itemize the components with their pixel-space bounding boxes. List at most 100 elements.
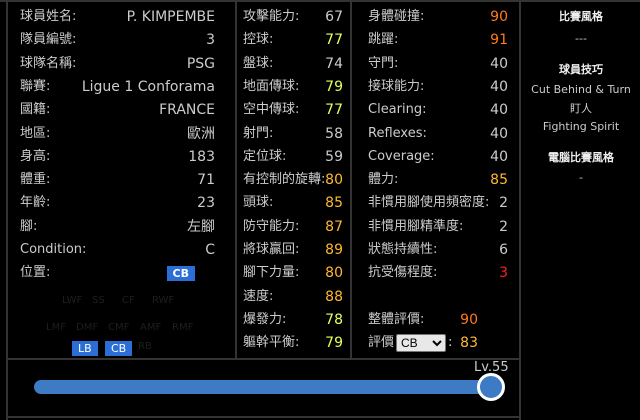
stat-label: 非慣用腳使用頻密度: [368,195,490,211]
stat-row: 有控制的旋轉: 80 [243,170,343,190]
stat-value: 40 [490,55,508,72]
position-rating: 評價 CB : 83 [368,333,478,353]
stat-row: 身體碰撞: 90 [368,7,508,27]
stat-value: 58 [325,125,343,142]
stat-label: 盤球: [243,55,274,71]
stat-value: 歐洲 [187,125,215,142]
stat-row: Coverage: 40 [368,147,508,167]
stat-value: 2 [499,218,508,235]
stat-label: 空中傳球: [243,102,300,118]
stat-label: 身高: [20,148,51,164]
stat-value: 2 [499,195,508,212]
skill-item: Cut Behind & Turn [531,83,631,96]
stat-value: 85 [325,195,343,212]
stat-label: 腳: [20,218,38,234]
stat-value: 6 [499,242,508,258]
stat-row: 聯賽: Ligue 1 Conforama [20,77,215,97]
stat-label: 爆發力: [243,311,287,327]
stat-value: C [205,242,215,258]
stat-row: Reflexes: 40 [368,124,508,144]
position-slot[interactable]: LWF [62,295,82,306]
com-style-value: - [579,171,583,184]
stat-row: 球員姓名: P. KIMPEMBE [20,7,215,27]
position-slot[interactable]: CF [122,295,135,306]
stat-label: 隊員編號: [20,32,77,48]
stat-label: Condition: [20,242,87,257]
stat-label: 控球: [243,32,274,48]
stat-row: 速度: 88 [243,287,343,307]
com-style-title: 電腦比賽風格 [548,151,614,164]
stat-row: 體力: 85 [368,170,508,190]
position-slot[interactable]: DMF [76,322,98,333]
stat-row: 防守能力: 87 [243,217,343,237]
stat-row: 腳下力量: 80 [243,263,343,283]
stat-value: 3 [206,32,215,49]
level-slider-handle[interactable] [477,373,505,401]
level-slider[interactable] [34,380,494,394]
position-slot[interactable]: RMF [172,322,193,333]
stat-label: Reflexes: [368,125,427,141]
stat-row: Condition: C [20,240,215,260]
rating-label: 評價 [368,335,395,350]
stat-label: 頭球: [243,195,274,211]
stat-label: 體重: [20,172,51,188]
stat-label: 防守能力: [243,218,300,234]
stat-row: 將球贏回: 89 [243,240,343,260]
stat-label: 守門: [368,55,399,71]
rating-value: 83 [460,335,478,351]
overall-label: 整體評價: [368,312,425,327]
position-slot[interactable]: RWF [152,295,174,306]
position-slot[interactable]: LMF [46,322,66,333]
stat-label: 位置: [20,265,51,281]
position-badge: CB [166,266,195,282]
stat-row: 體重: 71 [20,170,215,190]
stat-row: 跳躍: 91 [368,30,508,50]
position-slot[interactable]: LB [72,341,98,356]
stat-value: 77 [325,32,343,49]
stat-label: 跳躍: [368,32,399,48]
stat-row: 非慣用腳精準度: 2 [368,217,508,237]
stat-value: 87 [325,218,343,235]
stat-value: 90 [490,9,508,25]
stat-row: 國籍: FRANCE [20,100,215,120]
stat-row: 狀態持續性: 6 [368,240,508,260]
stat-row: 爆發力: 78 [243,310,343,330]
stat-value: 88 [325,288,343,305]
stat-row: 頭球: 85 [243,193,343,213]
stat-row: 身高: 183 [20,147,215,167]
position-slot[interactable]: AMF [140,322,161,333]
divider [6,0,8,420]
stat-label: 抗受傷程度: [368,265,438,281]
stat-value: 78 [325,311,343,328]
position-slot[interactable]: CB [105,341,133,356]
stat-value: 67 [325,9,343,25]
stat-row: 年齡: 23 [20,193,215,213]
stat-value: 183 [188,148,215,165]
rating-position-select[interactable]: CB [396,334,446,352]
stat-label: Clearing: [368,102,427,118]
stat-label: 體力: [368,172,399,188]
stat-row: 地面傳球: 79 [243,77,343,97]
stat-value: 77 [325,102,343,119]
position-slot[interactable]: SS [92,295,105,306]
play-style-value: --- [575,32,587,45]
skills-title: 球員技巧 [559,63,603,76]
stat-value: 74 [325,55,343,72]
stat-label: 速度: [243,288,274,304]
position-slot[interactable]: RB [138,341,152,352]
stat-value: 85 [490,172,508,189]
stat-value: 80 [325,265,343,282]
stat-row: Clearing: 40 [368,100,508,120]
stat-label: 接球能力: [368,78,425,94]
stat-value: FRANCE [159,102,215,119]
stat-value: 23 [197,195,215,212]
stat-label: 聯賽: [20,78,51,94]
skill-item: 盯人 [570,102,592,115]
stat-label: 球員姓名: [20,9,77,24]
stat-label: 地面傳球: [243,78,300,94]
position-slot[interactable]: CMF [108,322,129,333]
stat-row: 球隊名稱: PSG [20,54,215,74]
stat-row: 守門: 40 [368,54,508,74]
play-style-title: 比賽風格 [559,10,603,23]
stat-label: 地區: [20,125,51,141]
